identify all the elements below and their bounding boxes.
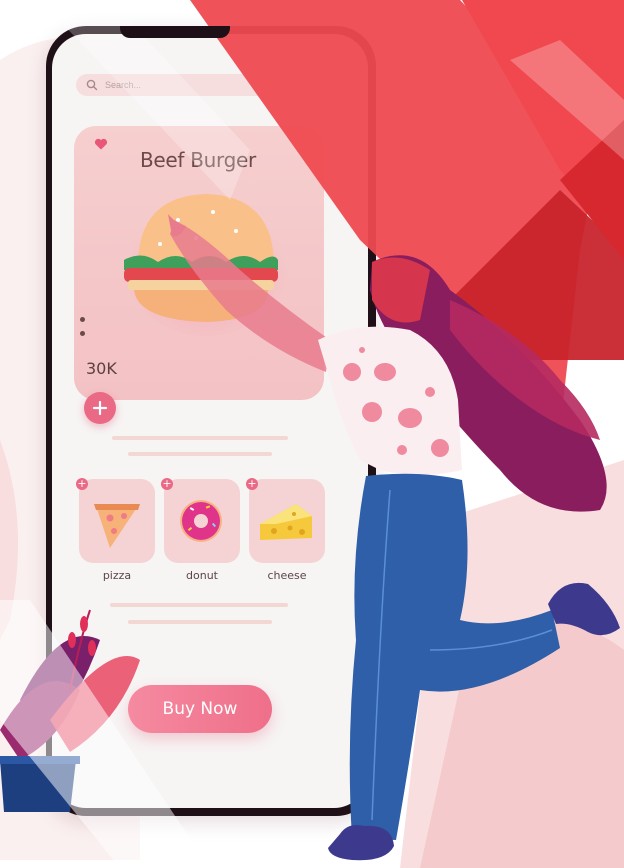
carousel-dots [80,317,85,345]
placeholder-line [128,620,272,624]
search-input[interactable] [103,79,287,91]
category-label-cheese: cheese [267,569,307,582]
carousel-dot[interactable] [80,331,85,336]
placeholder-line [112,436,288,440]
burger-image [124,194,288,336]
search-icon [86,79,98,91]
placeholder-line [110,603,288,607]
illustration-stage: Beef Burger 30K + + [0,0,624,868]
category-label-donut: donut [186,569,218,582]
donut-icon [180,500,222,542]
phone-notch [120,26,230,38]
category-label-pizza: pizza [102,569,132,582]
product-price: 30K [86,359,117,378]
plus-icon [92,400,108,416]
heart-icon[interactable] [94,137,108,151]
product-title: Beef Burger [140,148,256,172]
search-bar[interactable] [76,74,296,96]
buy-now-button[interactable]: Buy Now [128,685,272,733]
add-pizza-button[interactable]: + [76,478,88,490]
add-to-cart-button[interactable] [84,392,116,424]
carousel-dot[interactable] [80,317,85,322]
pizza-slice-icon [94,504,140,548]
add-donut-button[interactable]: + [161,478,173,490]
add-cheese-button[interactable]: + [246,478,258,490]
placeholder-line [128,452,272,456]
cheese-icon [260,504,312,540]
